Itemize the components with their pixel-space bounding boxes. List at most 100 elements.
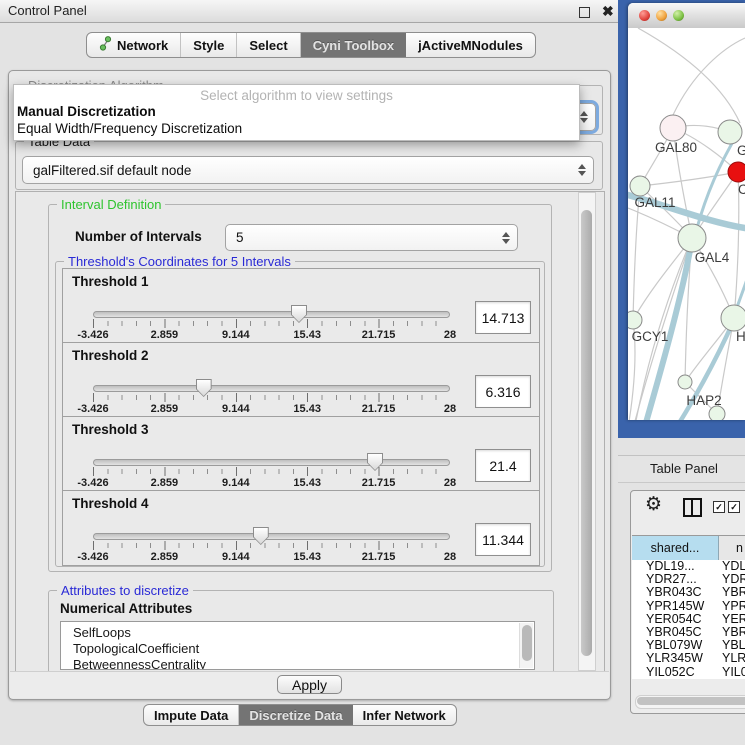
network-icon — [99, 36, 112, 54]
close-traffic-light-icon[interactable] — [639, 10, 650, 21]
attribute-list-item[interactable]: SelfLoops — [61, 625, 534, 641]
settings-scrollbar-thumb[interactable] — [581, 210, 592, 656]
cell-name[interactable]: YBL0 — [722, 639, 745, 652]
list-scrollbar[interactable] — [519, 623, 533, 668]
close-icon[interactable]: ✖ — [602, 2, 614, 20]
threshold-panel: Threshold 4 -3.4262.8599.14415.4321.7152… — [62, 490, 540, 566]
table-panel-titlebar: Table Panel — [618, 455, 745, 483]
list-scrollbar-thumb[interactable] — [522, 625, 532, 661]
tab-impute-data[interactable]: Impute Data — [144, 705, 239, 725]
split-columns-icon[interactable] — [683, 498, 702, 517]
popup-item-equal-width[interactable]: Equal Width/Frequency Discretization — [17, 121, 576, 136]
network-canvas[interactable]: GAL80 GAL11 GAL4 GCY1 HAP2 H G C — [628, 28, 745, 420]
node-top-right[interactable] — [718, 120, 742, 144]
network-window[interactable]: GAL80 GAL11 GAL4 GCY1 HAP2 H G C — [628, 3, 745, 420]
popup-item-manual[interactable]: Manual Discretization — [17, 104, 576, 119]
tick-label: 21.715 — [362, 477, 396, 489]
cell-name[interactable]: YDL1 — [722, 560, 745, 573]
threshold-value-field[interactable]: 11.344 — [475, 523, 531, 556]
cell-shared-name[interactable]: YBR043C — [632, 586, 722, 599]
cell-shared-name[interactable]: YLR345W — [632, 652, 722, 665]
panel-title: Control Panel — [8, 0, 87, 22]
table-row[interactable]: YDL19...YDL1 — [632, 560, 745, 573]
slider-track[interactable] — [93, 533, 450, 540]
cell-shared-name[interactable]: YPR145W — [632, 600, 722, 613]
slider-tick-labels: -3.4262.8599.14415.4321.71528 — [93, 403, 450, 415]
cell-name[interactable]: YPR1 — [722, 600, 745, 613]
tab-jactivemnodules[interactable]: jActiveMNodules — [406, 33, 535, 57]
tab-select[interactable]: Select — [237, 33, 300, 57]
checked-box-icon[interactable]: ✓ — [713, 501, 725, 513]
cell-name[interactable]: YLR3 — [722, 652, 745, 665]
checked-box-icon[interactable]: ✓ — [728, 501, 740, 513]
tab-network[interactable]: Network — [87, 33, 181, 57]
threshold-slider[interactable]: -3.4262.8599.14415.4321.71528 — [93, 305, 450, 341]
node-red-selected[interactable] — [728, 162, 745, 182]
cell-shared-name[interactable]: YER054C — [632, 613, 722, 626]
table-row[interactable]: YIL052CYIL0 — [632, 666, 745, 679]
node-gal11[interactable] — [630, 176, 650, 196]
number-of-intervals-label: Number of Intervals — [75, 229, 202, 244]
table-row[interactable]: YBR045CYBR0 — [632, 626, 745, 639]
gear-icon[interactable]: ⚙ — [645, 493, 662, 515]
network-window-titlebar[interactable] — [628, 3, 745, 29]
minimize-traffic-light-icon[interactable] — [656, 10, 667, 21]
table-row[interactable]: YDR27...YDR2 — [632, 573, 745, 586]
threshold-value-field[interactable]: 21.4 — [475, 449, 531, 482]
column-header-name[interactable]: n — [719, 536, 745, 560]
attributes-group: Attributes to discretize Numerical Attri… — [48, 590, 554, 682]
node-gal80[interactable] — [660, 115, 686, 141]
tab-cyni-toolbox-label: Cyni Toolbox — [313, 38, 394, 53]
threshold-value-field[interactable]: 6.316 — [475, 375, 531, 408]
table-hscrollbar[interactable] — [635, 695, 745, 709]
table-row[interactable]: YPR145WYPR1 — [632, 600, 745, 613]
tab-style[interactable]: Style — [181, 33, 237, 57]
threshold-title: Threshold 4 — [72, 496, 149, 511]
cell-shared-name[interactable]: YDL19... — [632, 560, 722, 573]
float-window-icon[interactable] — [579, 7, 590, 18]
numerical-attributes-list[interactable]: SelfLoopsTopologicalCoefficientBetweenne… — [60, 621, 535, 670]
tick-label: 9.144 — [222, 403, 250, 415]
table-row[interactable]: YLR345WYLR3 — [632, 652, 745, 665]
cell-shared-name[interactable]: YBL079W — [632, 639, 722, 652]
cell-name[interactable]: YIL0 — [722, 666, 745, 679]
tick-label: 28 — [444, 329, 456, 341]
slider-track[interactable] — [93, 459, 450, 466]
zoom-traffic-light-icon[interactable] — [673, 10, 684, 21]
node-hap2[interactable] — [678, 375, 692, 389]
column-header-shared-name[interactable]: shared... — [632, 536, 719, 560]
tab-cyni-toolbox[interactable]: Cyni Toolbox — [301, 33, 406, 57]
cell-name[interactable]: YER0 — [722, 613, 745, 626]
cell-shared-name[interactable]: YBR045C — [632, 626, 722, 639]
attribute-list-item[interactable]: BetweennessCentrality — [61, 657, 534, 670]
table-row[interactable]: YBL079WYBL0 — [632, 639, 745, 652]
node-gal4[interactable] — [678, 224, 706, 252]
number-of-intervals-combo[interactable]: 5 — [225, 224, 518, 251]
table-row[interactable]: YBR043CYBR0 — [632, 586, 745, 599]
cell-shared-name[interactable]: YIL052C — [632, 666, 722, 679]
tab-discretize-data[interactable]: Discretize Data — [239, 705, 352, 725]
slider-track[interactable] — [93, 385, 450, 392]
cell-shared-name[interactable]: YDR27... — [632, 573, 722, 586]
table-row[interactable]: YER054CYER0 — [632, 613, 745, 626]
attribute-list-item[interactable]: TopologicalCoefficient — [61, 641, 534, 657]
slider-track[interactable] — [93, 311, 450, 318]
node-gcy1[interactable] — [628, 311, 642, 329]
settings-scrollbar[interactable] — [578, 192, 596, 671]
threshold-title: Threshold 3 — [72, 422, 149, 437]
table-hscrollbar-thumb[interactable] — [637, 697, 745, 705]
cell-name[interactable]: YBR0 — [722, 626, 745, 639]
threshold-slider[interactable]: -3.4262.8599.14415.4321.71528 — [93, 379, 450, 415]
table-body[interactable]: YDL19...YDL1YDR27...YDR2YBR043CYBR0YPR14… — [632, 560, 745, 679]
node-h[interactable] — [721, 305, 745, 331]
tab-infer-network[interactable]: Infer Network — [353, 705, 456, 725]
apply-button[interactable]: Apply — [277, 675, 342, 694]
cell-name[interactable]: YBR0 — [722, 586, 745, 599]
threshold-value-field[interactable]: 14.713 — [475, 301, 531, 334]
table-data-combo[interactable]: galFiltered.sif default node — [22, 156, 594, 184]
cell-name[interactable]: YDR2 — [722, 573, 745, 586]
threshold-slider[interactable]: -3.4262.8599.14415.4321.71528 — [93, 453, 450, 489]
tab-infer-network-label: Infer Network — [363, 708, 446, 723]
node-bottom[interactable] — [709, 406, 725, 420]
threshold-slider[interactable]: -3.4262.8599.14415.4321.71528 — [93, 527, 450, 563]
